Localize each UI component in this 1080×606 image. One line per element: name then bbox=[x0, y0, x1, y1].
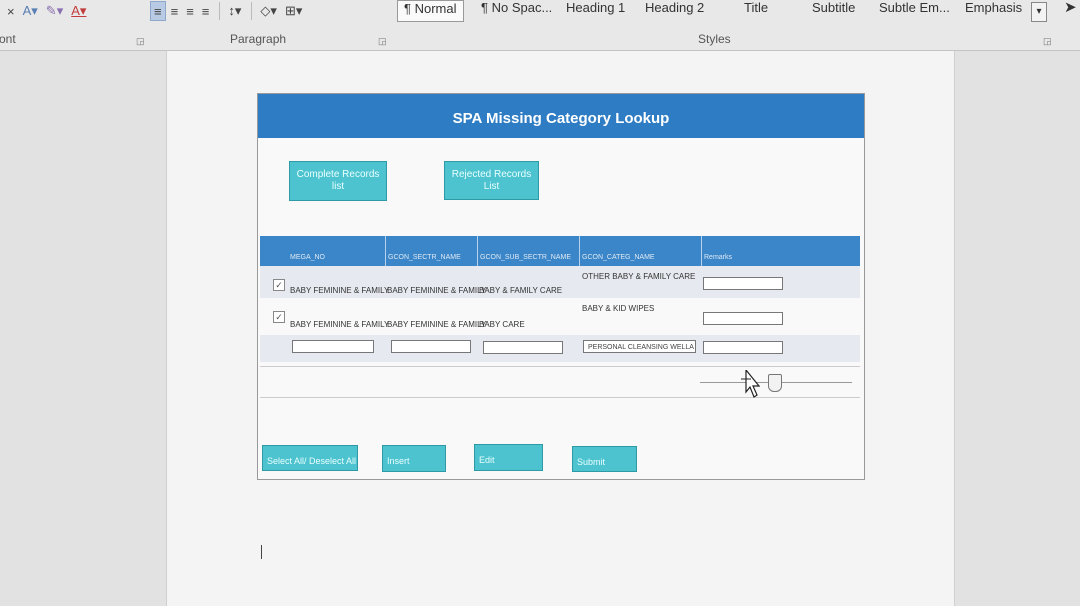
style-subtitle[interactable]: Subtitle bbox=[812, 0, 855, 20]
select-all-button[interactable]: Select All/ Deselect All bbox=[262, 445, 358, 471]
style-title[interactable]: Title bbox=[744, 0, 768, 20]
font-dialog-launcher-icon[interactable]: ◲ bbox=[136, 36, 145, 47]
category-cell: BABY & KID WIPES bbox=[582, 304, 655, 313]
rejected-records-button[interactable]: Rejected Records List bbox=[444, 161, 539, 200]
sub-sector-cell: BABY & FAMILY CARE bbox=[479, 286, 563, 295]
sector-cell: BABY FEMININE & FAMILY bbox=[387, 286, 487, 295]
word-ribbon: × A▾ ✎▾ A▾ ≡ ≡ ≡ ≡ ↕▾ ◇▾ ⊞▾ ¶ Normal ¶ N… bbox=[0, 0, 1080, 51]
form-title: SPA Missing Category Lookup bbox=[258, 94, 864, 138]
insert-button[interactable]: Insert bbox=[382, 445, 446, 472]
styles-group-label: Styles bbox=[698, 32, 731, 46]
ribbon-font-tools: × A▾ ✎▾ A▾ bbox=[4, 0, 91, 22]
row-checkbox[interactable]: ✓ bbox=[273, 279, 285, 291]
column-header[interactable]: GCON_SECTR_NAME bbox=[386, 236, 478, 266]
complete-records-button[interactable]: Complete Records list bbox=[289, 161, 387, 201]
divider bbox=[251, 2, 253, 20]
remarks-input[interactable] bbox=[703, 312, 783, 325]
column-header[interactable]: GCON_SUB_SECTR_NAME bbox=[478, 236, 580, 266]
category-input[interactable]: PERSONAL CLEANSING WELLA bbox=[583, 340, 696, 353]
sub-sector-input[interactable] bbox=[483, 341, 563, 354]
style-no-spacing[interactable]: ¶ No Spac... bbox=[481, 0, 552, 20]
move-cursor-icon bbox=[741, 370, 760, 398]
select-pointer-icon[interactable]: ➤ bbox=[1064, 0, 1077, 20]
highlight-icon[interactable]: ✎▾ bbox=[43, 2, 66, 20]
justify-icon[interactable]: ≡ bbox=[199, 2, 213, 20]
text-caret bbox=[261, 545, 262, 559]
edit-button[interactable]: Edit bbox=[474, 444, 543, 471]
clear-format-icon[interactable]: × bbox=[4, 2, 18, 20]
new-entry-row: PERSONAL CLEANSING WELLA bbox=[260, 335, 860, 362]
style-normal[interactable]: ¶ Normal bbox=[397, 0, 464, 22]
style-subtle-emphasis[interactable]: Subtle Em... bbox=[879, 0, 950, 20]
grid-header: MEGA_NO GCON_SECTR_NAME GCON_SUB_SECTR_N… bbox=[260, 236, 860, 266]
category-cell: OTHER BABY & FAMILY CARE bbox=[582, 272, 696, 281]
style-emphasis[interactable]: Emphasis bbox=[965, 0, 1022, 20]
borders-icon[interactable]: ⊞▾ bbox=[282, 2, 305, 20]
style-heading-2[interactable]: Heading 2 bbox=[645, 0, 704, 20]
remarks-input[interactable] bbox=[703, 341, 783, 354]
table-row: ✓ BABY FEMININE & FAMILY BABY FEMININE &… bbox=[260, 266, 860, 298]
sector-input[interactable] bbox=[391, 340, 471, 353]
slider-thumb[interactable] bbox=[768, 374, 782, 392]
style-heading-1[interactable]: Heading 1 bbox=[566, 0, 625, 20]
shading-icon[interactable]: ◇▾ bbox=[257, 2, 280, 20]
font-color-icon[interactable]: A▾ bbox=[68, 2, 89, 20]
ribbon-paragraph-tools: ≡ ≡ ≡ ≡ ↕▾ ◇▾ ⊞▾ bbox=[150, 0, 307, 22]
remarks-input[interactable] bbox=[703, 277, 783, 290]
scroll-slider[interactable] bbox=[700, 374, 852, 396]
column-header[interactable]: GCON_CATEG_NAME bbox=[580, 236, 702, 266]
styles-dialog-launcher-icon[interactable]: ◲ bbox=[1043, 36, 1052, 47]
mega-cell: BABY FEMININE & FAMILY bbox=[290, 286, 390, 295]
embedded-form: SPA Missing Category Lookup Complete Rec… bbox=[257, 93, 865, 480]
align-left-icon[interactable]: ≡ bbox=[150, 1, 166, 21]
font-group-label: ont bbox=[0, 32, 16, 46]
submit-button[interactable]: Submit bbox=[572, 446, 637, 472]
align-center-icon[interactable]: ≡ bbox=[168, 2, 182, 20]
column-header[interactable]: Remarks bbox=[702, 236, 860, 266]
sector-cell: BABY FEMININE & FAMILY bbox=[387, 320, 487, 329]
column-header[interactable]: MEGA_NO bbox=[288, 236, 386, 266]
table-row: ✓ BABY FEMININE & FAMILY BABY FEMININE &… bbox=[260, 298, 860, 335]
paragraph-group-label: Paragraph bbox=[230, 32, 287, 46]
row-checkbox[interactable]: ✓ bbox=[273, 311, 285, 323]
align-right-icon[interactable]: ≡ bbox=[183, 2, 197, 20]
mega-input[interactable] bbox=[292, 340, 374, 353]
divider bbox=[219, 2, 221, 20]
sub-sector-cell: BABY CARE bbox=[479, 320, 525, 329]
line-spacing-icon[interactable]: ↕▾ bbox=[225, 2, 244, 20]
text-effects-icon[interactable]: A▾ bbox=[20, 2, 41, 20]
styles-more-button[interactable]: ▾ bbox=[1031, 2, 1047, 22]
paragraph-dialog-launcher-icon[interactable]: ◲ bbox=[378, 36, 387, 47]
mega-cell: BABY FEMININE & FAMILY bbox=[290, 320, 390, 329]
